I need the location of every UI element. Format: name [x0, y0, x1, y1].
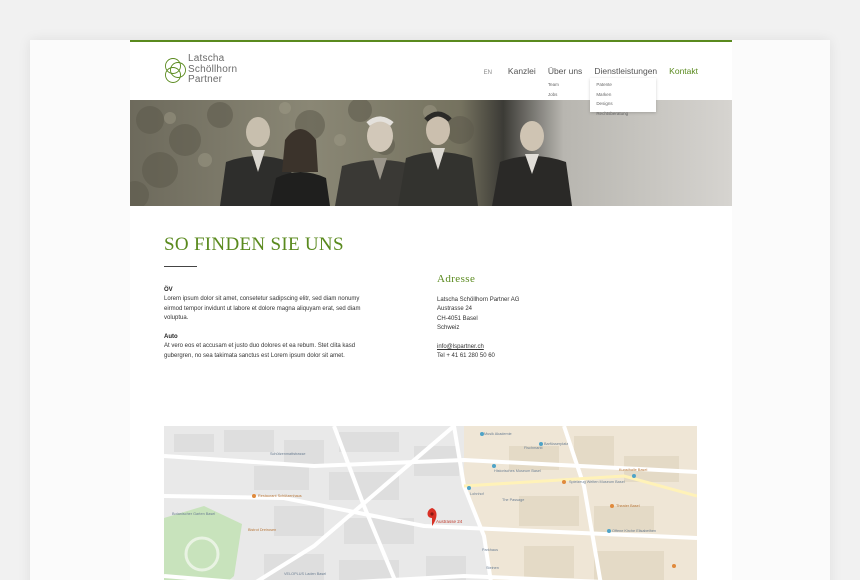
pin-label: Austrasse 24: [436, 519, 463, 524]
poi-bistrot[interactable]: Bistrot Dreirosen: [248, 528, 276, 532]
poi-botanischer-garten[interactable]: Botanischer Garten Basel: [172, 512, 215, 516]
logo[interactable]: Latscha Schöllhorn Partner: [164, 53, 254, 90]
address-title: Adresse: [437, 273, 476, 285]
poi-steinen: Steinen: [486, 566, 499, 570]
ov-heading: ÖV: [164, 287, 173, 293]
dienstleistungen-dropdown: Patente Marken Designs Rechtsberatung: [590, 78, 657, 116]
nav-kanzlei[interactable]: Kanzlei: [508, 66, 536, 76]
address-street: Austrasse 24: [437, 306, 473, 313]
auto-text: At vero eos et accusam et justo duo dolo…: [164, 343, 356, 359]
language-switch[interactable]: EN: [484, 70, 492, 76]
poi-spielzeug-welten[interactable]: Spielzeug Welten Museum Basel: [569, 480, 625, 484]
email-link[interactable]: info@lspartner.ch: [437, 344, 484, 350]
poi-restaurant-schuetzenhaus[interactable]: Restaurant Schützenhaus: [258, 494, 302, 498]
nav-kontakt[interactable]: Kontakt: [669, 66, 698, 76]
poi-barfuesserplatz[interactable]: Barfüsserplatz: [544, 442, 568, 446]
poi-offene-kirche[interactable]: Offene Kirche Elisabethen: [612, 529, 656, 533]
poi-schuetzenmattstrasse: Schützenmattstrasse: [270, 452, 306, 456]
address-block: Latscha Schöllhorn Partner AG Austrasse …: [437, 296, 637, 362]
title-divider: [164, 266, 197, 267]
poi-parkhaus[interactable]: Parkhaus: [482, 548, 498, 552]
nav-dienstleistungen-label: Dienstleistungen: [594, 66, 658, 76]
logo-circles-icon: [165, 58, 186, 83]
auto-heading: Auto: [164, 334, 178, 340]
dropdown-item-rechtsberatung[interactable]: Rechtsberatung: [596, 109, 650, 119]
poi-historisches-museum[interactable]: Historisches Museum Basel: [494, 469, 541, 473]
nav-ueber-uns-label: Über uns: [547, 66, 583, 76]
poi-veloplus[interactable]: VELOPLUS Laden Basel: [284, 572, 326, 576]
ueber-uns-submenu: Team Jobs: [548, 80, 559, 99]
submenu-item-jobs[interactable]: Jobs: [548, 90, 559, 100]
main-nav: EN Kanzlei Über uns Team Jobs Dienstleis…: [484, 66, 698, 116]
location-map[interactable]: Austrasse 24 Musik Akademie Lohnhof Hist…: [164, 426, 697, 580]
dropdown-item-patente[interactable]: Patente: [596, 80, 650, 90]
dropdown-item-marken[interactable]: Marken: [596, 90, 650, 100]
dropdown-item-designs[interactable]: Designs: [596, 99, 650, 109]
address-country: Schweiz: [437, 325, 460, 332]
logo-wordmark: Latscha Schöllhorn Partner: [188, 53, 238, 85]
address-company: Latscha Schöllhorn Partner AG: [437, 297, 520, 303]
auto-section: Auto At vero eos et accusam et justo duo…: [164, 333, 368, 361]
address-phone: Tel + 41 61 280 50 60: [437, 353, 495, 360]
poi-kunsthalle[interactable]: Kunsthalle Basel: [619, 468, 647, 472]
page-title: SO FINDEN SIE UNS: [164, 234, 344, 255]
website-page: Latscha Schöllhorn Partner EN Kanzlei Üb…: [130, 40, 732, 580]
poi-musik-akademie[interactable]: Musik Akademie: [484, 432, 512, 436]
ov-section: ÖV Lorem ipsum dolor sit amet, consetetu…: [164, 286, 368, 324]
submenu-item-team[interactable]: Team: [548, 80, 559, 90]
poi-lohnhof[interactable]: Lohnhof: [470, 492, 484, 496]
poi-the-passage[interactable]: The Passage: [502, 498, 524, 502]
poi-theater[interactable]: Theater Basel: [616, 504, 640, 508]
poi-fischmarkt: Fischmarkt: [524, 446, 543, 450]
address-city: CH-4051 Basel: [437, 315, 478, 322]
ov-text: Lorem ipsum dolor sit amet, consetetur s…: [164, 296, 361, 322]
nav-dienstleistungen[interactable]: Dienstleistungen Patente Marken Designs …: [590, 66, 658, 116]
nav-ueber-uns[interactable]: Über uns Team Jobs: [547, 66, 583, 97]
